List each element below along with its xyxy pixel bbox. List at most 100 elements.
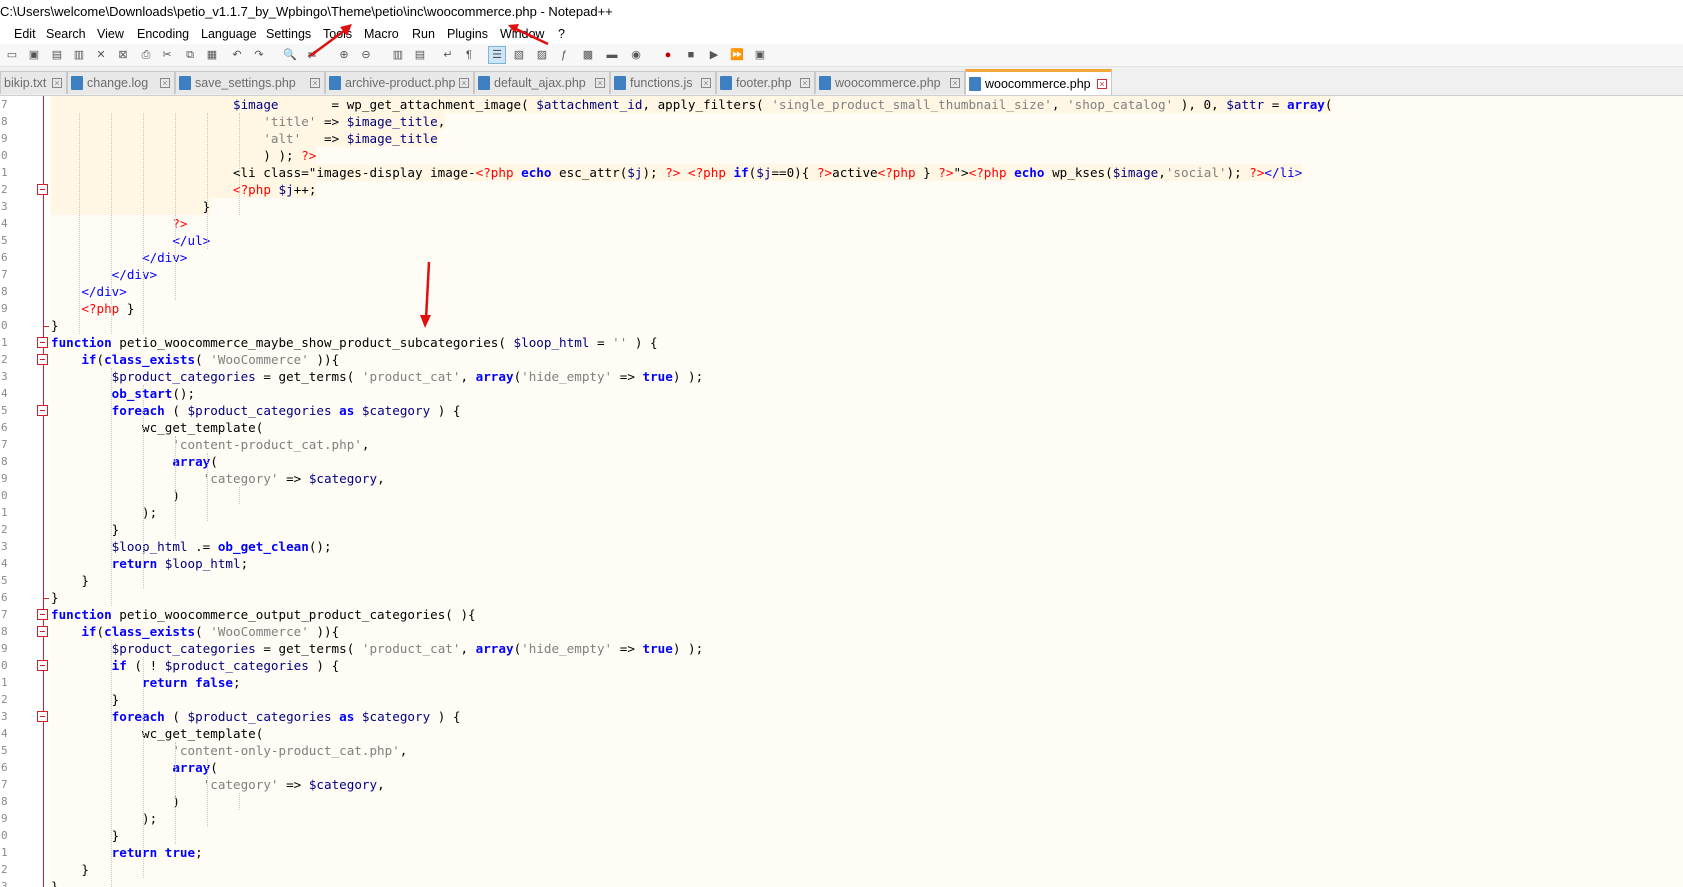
code-line[interactable]: } bbox=[51, 521, 120, 538]
tab-woocommerce-php[interactable]: woocommerce.php × bbox=[815, 71, 965, 94]
code-line[interactable]: return false; bbox=[51, 674, 241, 691]
indent-guide-icon[interactable]: ☰ bbox=[488, 46, 506, 64]
code-line[interactable]: ); bbox=[51, 810, 157, 827]
udl-icon[interactable]: ▧ bbox=[511, 47, 527, 63]
code-line[interactable]: } bbox=[51, 198, 211, 215]
tab-close-icon[interactable]: × bbox=[160, 78, 170, 88]
fold-toggle-icon[interactable] bbox=[37, 337, 48, 348]
code-line[interactable]: ?> bbox=[51, 215, 187, 232]
code-line[interactable]: return true; bbox=[51, 844, 203, 861]
code-line[interactable]: foreach ( $product_categories as $catego… bbox=[51, 708, 461, 725]
code-line[interactable]: wc_get_template( bbox=[51, 725, 263, 742]
record-icon[interactable]: ● bbox=[660, 47, 676, 63]
stop-icon[interactable]: ■ bbox=[683, 47, 699, 63]
menu-language[interactable]: Language bbox=[201, 24, 257, 44]
fold-toggle-icon[interactable] bbox=[37, 711, 48, 722]
new-icon[interactable]: ▭ bbox=[4, 47, 20, 63]
menu-help[interactable]: ? bbox=[558, 24, 565, 44]
fold-toggle-icon[interactable] bbox=[37, 405, 48, 416]
code-line[interactable]: array( bbox=[51, 453, 218, 470]
code-line[interactable]: } bbox=[51, 589, 59, 606]
code-line[interactable]: ) ); ?> bbox=[51, 147, 317, 164]
code-line[interactable]: 'alt' => $image_title bbox=[51, 130, 438, 147]
code-line[interactable]: </div> bbox=[51, 283, 127, 300]
tab-save-settings-php[interactable]: save_settings.php × bbox=[175, 71, 325, 94]
menu-run[interactable]: Run bbox=[412, 24, 435, 44]
close-icon[interactable]: ✕ bbox=[93, 47, 109, 63]
code-line[interactable]: $product_categories = get_terms( 'produc… bbox=[51, 640, 704, 657]
code-line[interactable]: return $loop_html; bbox=[51, 555, 249, 572]
code-line[interactable]: ob_start(); bbox=[51, 385, 195, 402]
code-line[interactable]: 'category' => $category, bbox=[51, 776, 385, 793]
code-line[interactable]: 'content-only-product_cat.php', bbox=[51, 742, 407, 759]
code-line[interactable]: </ul> bbox=[51, 232, 210, 249]
fold-toggle-icon[interactable] bbox=[37, 626, 48, 637]
code-line[interactable]: function petio_woocommerce_maybe_show_pr… bbox=[51, 334, 658, 351]
save-macro-icon[interactable]: ▣ bbox=[752, 47, 768, 63]
open-icon[interactable]: ▣ bbox=[26, 47, 42, 63]
code-line[interactable]: } bbox=[51, 827, 120, 844]
play-icon[interactable]: ▶ bbox=[706, 47, 722, 63]
menu-plugins[interactable]: Plugins bbox=[447, 24, 488, 44]
code-line[interactable]: $loop_html .= ob_get_clean(); bbox=[51, 538, 332, 555]
undo-icon[interactable]: ↶ bbox=[229, 47, 245, 63]
tab-close-icon[interactable]: × bbox=[52, 78, 62, 88]
code-line[interactable]: } bbox=[51, 878, 59, 887]
save-icon[interactable]: ▤ bbox=[49, 47, 65, 63]
fold-toggle-icon[interactable] bbox=[37, 609, 48, 620]
menu-search[interactable]: Search bbox=[46, 24, 86, 44]
wrap-icon[interactable]: ↵ bbox=[440, 47, 456, 63]
code-line[interactable]: } bbox=[51, 572, 89, 589]
code-line[interactable]: if ( ! $product_categories ) { bbox=[51, 657, 340, 674]
tab-close-icon[interactable]: × bbox=[595, 78, 605, 88]
code-line[interactable]: } bbox=[51, 861, 89, 878]
code-line[interactable]: foreach ( $product_categories as $catego… bbox=[51, 402, 461, 419]
doc-list-icon[interactable]: ▩ bbox=[580, 47, 596, 63]
tab-footer-php[interactable]: footer.php × bbox=[716, 71, 815, 94]
monitor-icon[interactable]: ◉ bbox=[628, 47, 644, 63]
paste-icon[interactable]: ▦ bbox=[204, 47, 220, 63]
folder-icon[interactable]: ▬ bbox=[604, 47, 620, 63]
code-line[interactable]: <?php } bbox=[51, 300, 134, 317]
menu-macro[interactable]: Macro bbox=[364, 24, 399, 44]
code-line[interactable]: $product_categories = get_terms( 'produc… bbox=[51, 368, 704, 385]
tab-bikip-txt[interactable]: bikip.txt × bbox=[0, 71, 67, 94]
code-line[interactable]: </div> bbox=[51, 266, 158, 283]
zoom-in-icon[interactable]: ⊕ bbox=[336, 47, 352, 63]
tab-close-icon[interactable]: × bbox=[701, 78, 711, 88]
tab-woocommerce-php-active[interactable]: woocommerce.php × bbox=[965, 69, 1112, 95]
code-line[interactable]: ); bbox=[51, 504, 157, 521]
sync-h-icon[interactable]: ▤ bbox=[412, 47, 428, 63]
close-all-icon[interactable]: ⊠ bbox=[115, 47, 131, 63]
menu-window[interactable]: Window bbox=[500, 24, 544, 44]
tab-change-log[interactable]: change.log × bbox=[67, 71, 175, 94]
code-line[interactable]: ) bbox=[51, 487, 180, 504]
redo-icon[interactable]: ↷ bbox=[251, 47, 267, 63]
tab-close-icon[interactable]: × bbox=[950, 78, 960, 88]
code-editor[interactable]: $image = wp_get_attachment_image( $attac… bbox=[0, 96, 1683, 887]
code-line[interactable]: array( bbox=[51, 759, 218, 776]
replace-icon[interactable]: ⇄ bbox=[304, 47, 320, 63]
run-multi-icon[interactable]: ⏩ bbox=[729, 47, 745, 63]
menu-encoding[interactable]: Encoding bbox=[137, 24, 189, 44]
tab-close-icon[interactable]: × bbox=[310, 78, 320, 88]
zoom-out-icon[interactable]: ⊖ bbox=[358, 47, 374, 63]
code-line[interactable]: wc_get_template( bbox=[51, 419, 263, 436]
code-line[interactable]: ) bbox=[51, 793, 180, 810]
func-list-icon[interactable]: ƒ bbox=[556, 47, 572, 63]
menu-view[interactable]: View bbox=[97, 24, 124, 44]
code-line[interactable]: $image = wp_get_attachment_image( $attac… bbox=[51, 96, 1333, 113]
code-line[interactable]: 'content-product_cat.php', bbox=[51, 436, 369, 453]
tab-archive-product-php[interactable]: archive-product.php × bbox=[325, 71, 474, 94]
menu-tools[interactable]: Tools bbox=[323, 24, 352, 44]
all-chars-icon[interactable]: ¶ bbox=[461, 47, 477, 63]
tab-default-ajax-php[interactable]: default_ajax.php × bbox=[474, 71, 610, 94]
code-line[interactable]: if(class_exists( 'WooCommerce' )){ bbox=[51, 351, 339, 368]
print-icon[interactable]: ⎙ bbox=[138, 47, 154, 63]
code-line[interactable]: <?php $j++; bbox=[51, 181, 317, 198]
copy-icon[interactable]: ⧉ bbox=[182, 47, 198, 63]
sync-v-icon[interactable]: ▥ bbox=[390, 47, 406, 63]
code-line[interactable]: function petio_woocommerce_output_produc… bbox=[51, 606, 476, 623]
cut-icon[interactable]: ✂ bbox=[159, 47, 175, 63]
fold-toggle-icon[interactable] bbox=[37, 660, 48, 671]
